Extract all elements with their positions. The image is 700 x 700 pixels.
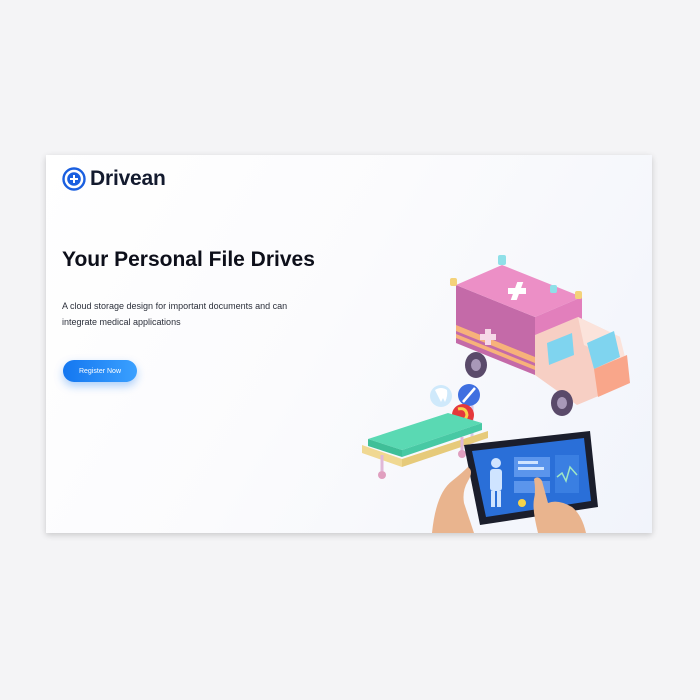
syringe-icon — [458, 384, 480, 406]
register-now-button[interactable]: Register Now — [63, 360, 137, 382]
tablet-icon — [464, 431, 598, 525]
tooth-icon — [430, 385, 452, 407]
plus-circle-icon — [62, 167, 86, 191]
brand-name: Drivean — [90, 167, 166, 190]
hero-title: Your Personal File Drives — [62, 248, 315, 271]
hero-description: A cloud storage design for important doc… — [62, 301, 288, 327]
brand-logo[interactable]: Drivean — [62, 167, 166, 191]
medical-illustration — [362, 255, 630, 533]
hero-card: Drivean Your Personal File Drives A clou… — [46, 155, 652, 533]
